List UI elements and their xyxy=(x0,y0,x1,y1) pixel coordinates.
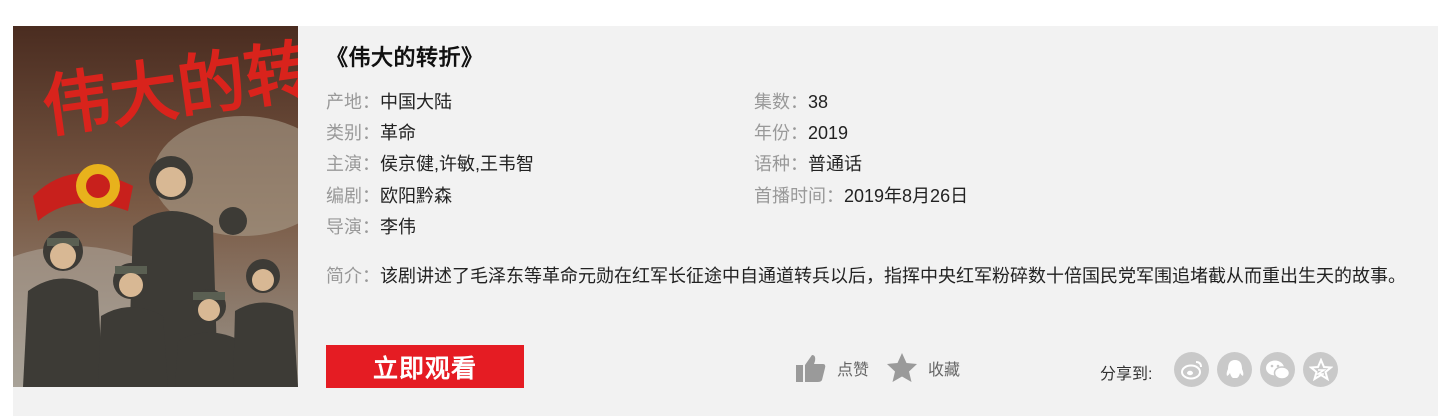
drama-title: 《伟大的转折》 xyxy=(326,45,484,70)
info-genre: 类别：革命 xyxy=(326,121,416,145)
like-label: 点赞 xyxy=(837,362,870,379)
info-label: 主演： xyxy=(326,154,380,174)
info-value: 李伟 xyxy=(380,217,416,237)
weibo-icon[interactable] xyxy=(1174,352,1209,387)
info-episodes: 集数：38 xyxy=(754,90,828,114)
info-value: 革命 xyxy=(380,123,416,143)
star-icon xyxy=(886,352,918,384)
poster-image[interactable]: 伟大的转折 xyxy=(13,26,298,387)
share-label: 分享到: xyxy=(1100,366,1153,383)
wechat-icon[interactable] xyxy=(1260,352,1295,387)
drama-info-card: 伟大的转折 《伟大的转折》 产地：中国大陆 类别：革命 主演：侯京健,许敏,王韦… xyxy=(13,26,1438,416)
info-label: 导演： xyxy=(326,217,380,237)
info-cast: 主演：侯京健,许敏,王韦智 xyxy=(326,152,534,176)
info-value: 侯京健,许敏,王韦智 xyxy=(380,154,535,174)
info-director: 导演：李伟 xyxy=(326,215,416,239)
qzone-icon[interactable] xyxy=(1303,352,1338,387)
info-year: 年份：2019 xyxy=(754,121,848,145)
qq-icon[interactable] xyxy=(1217,352,1252,387)
info-label: 类别： xyxy=(326,123,380,143)
info-origin: 产地：中国大陆 xyxy=(326,90,452,114)
info-value: 欧阳黔森 xyxy=(380,186,452,206)
info-value: 38 xyxy=(808,92,829,112)
summary-label: 简介： xyxy=(326,266,380,286)
watch-now-button[interactable]: 立即观看 xyxy=(326,345,524,388)
info-label: 年份： xyxy=(754,123,808,143)
info-value: 2019 xyxy=(808,123,849,143)
poster-artwork: 伟大的转折 xyxy=(13,26,298,387)
favorite-label: 收藏 xyxy=(928,362,961,379)
info-label: 语种： xyxy=(754,154,808,174)
info-value: 2019年8月26日 xyxy=(844,186,969,206)
summary-text: 该剧讲述了毛泽东等革命元勋在红军长征途中自通道转兵以后，指挥中央红军粉碎数十倍国… xyxy=(380,266,1406,286)
info-label: 首播时间： xyxy=(754,186,844,206)
info-value: 普通话 xyxy=(808,154,862,174)
info-label: 编剧： xyxy=(326,186,380,206)
info-value: 中国大陆 xyxy=(380,92,452,112)
info-writer: 编剧：欧阳黔森 xyxy=(326,184,452,208)
thumbs-up-icon xyxy=(795,352,827,384)
info-premiere: 首播时间：2019年8月26日 xyxy=(754,184,968,208)
summary: 简介：该剧讲述了毛泽东等革命元勋在红军长征途中自通道转兵以后，指挥中央红军粉碎数… xyxy=(326,261,1416,292)
favorite-button[interactable]: 收藏 xyxy=(886,352,960,384)
info-language: 语种：普通话 xyxy=(754,152,862,176)
info-label: 产地： xyxy=(326,92,380,112)
like-button[interactable]: 点赞 xyxy=(795,352,869,384)
info-label: 集数： xyxy=(754,92,808,112)
